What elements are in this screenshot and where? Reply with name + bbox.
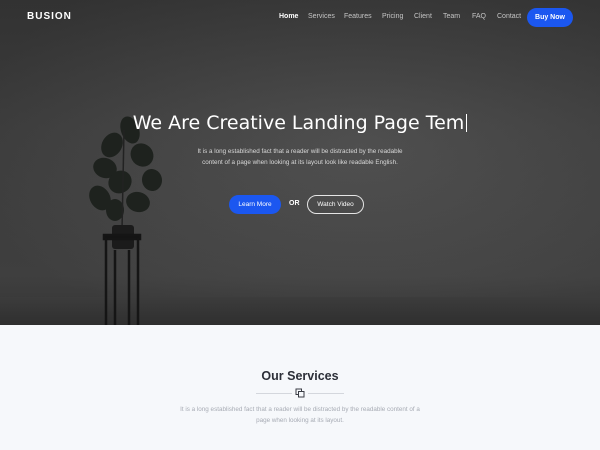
hero-cta-row: Learn More OR Watch Video: [0, 195, 600, 214]
nav-menu: Home Services Features Pricing Client Te…: [279, 13, 527, 20]
learn-more-button[interactable]: Learn More: [229, 195, 281, 214]
or-label: OR: [289, 200, 300, 207]
services-divider-right: [308, 393, 344, 394]
services-divider-left: [256, 393, 292, 394]
nav-item-team[interactable]: Team: [443, 13, 472, 20]
plant-image: [89, 116, 163, 325]
hero-subtext: It is a long established fact that a rea…: [197, 148, 403, 166]
buy-now-button[interactable]: Buy Now: [527, 8, 573, 27]
hero-section: BUSION Home Services Features Pricing Cl…: [0, 0, 600, 325]
nav-item-faq[interactable]: FAQ: [472, 13, 497, 20]
typing-cursor: [466, 114, 468, 132]
copy-icon: [295, 388, 305, 398]
nav-item-services[interactable]: Services: [308, 13, 344, 20]
watch-video-button[interactable]: Watch Video: [307, 195, 364, 214]
services-section: Our Services It is a long established fa…: [0, 325, 600, 450]
nav-item-client[interactable]: Client: [414, 13, 443, 20]
hero-headline-text: We Are Creative Landing Page Tem: [132, 112, 465, 134]
services-title: Our Services: [261, 369, 339, 383]
services-description: It is a long established fact that a rea…: [180, 406, 420, 424]
hero-headline: We Are Creative Landing Page Tem: [0, 112, 600, 134]
brand-logo[interactable]: BUSION: [27, 11, 72, 22]
nav-item-features[interactable]: Features: [344, 13, 382, 20]
nav-item-contact[interactable]: Contact: [497, 13, 527, 20]
navbar: BUSION Home Services Features Pricing Cl…: [0, 0, 600, 36]
nav-item-home[interactable]: Home: [279, 13, 308, 20]
nav-item-pricing[interactable]: Pricing: [382, 13, 414, 20]
